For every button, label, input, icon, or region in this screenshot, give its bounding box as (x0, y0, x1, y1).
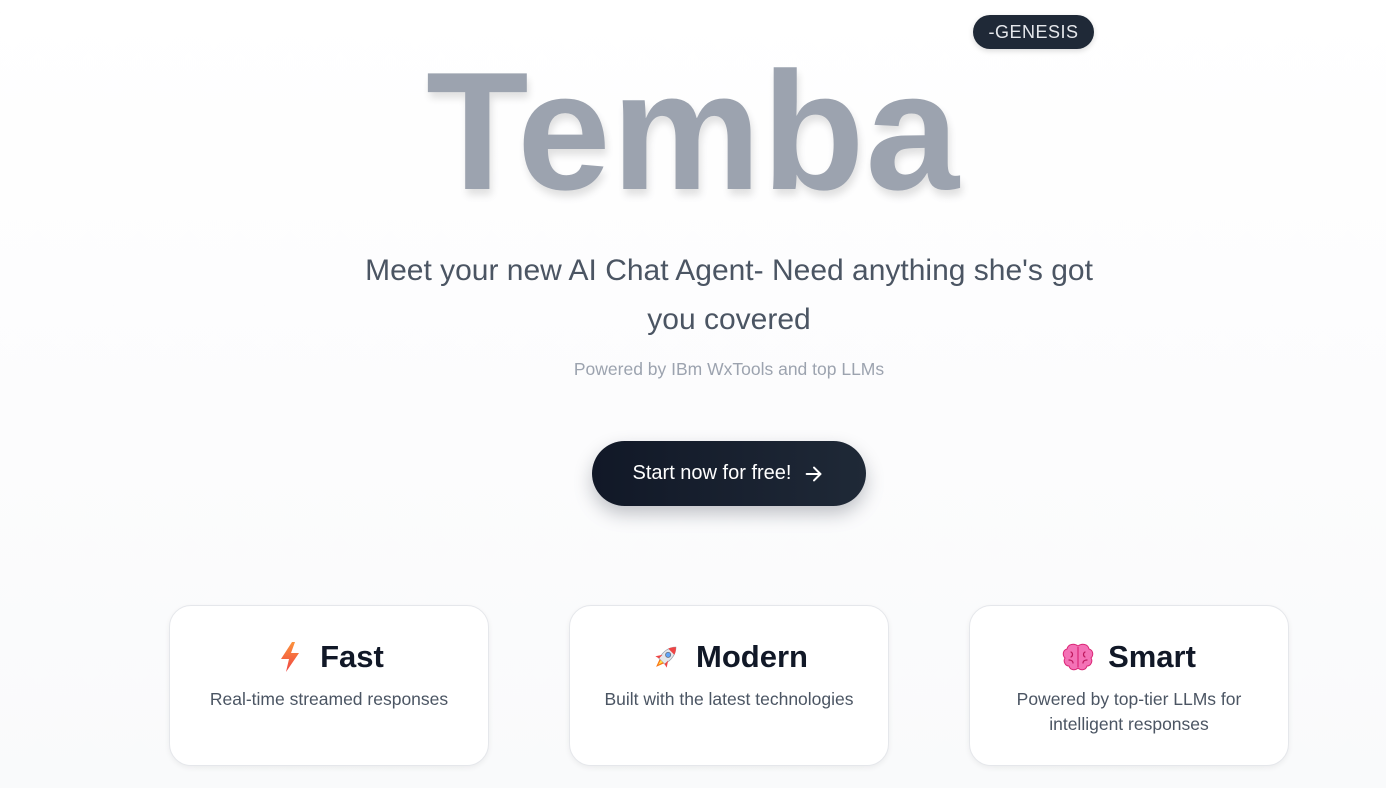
feature-title: Modern (696, 639, 808, 674)
rocket-icon (650, 641, 682, 673)
feature-title: Smart (1108, 639, 1196, 674)
hero-tagline: Meet your new AI Chat Agent- Need anythi… (365, 254, 1093, 336)
feature-description: Built with the latest technologies (604, 689, 854, 709)
feature-card-fast: Fast Real-time streamed responses (169, 605, 489, 766)
feature-card-smart: Smart Powered by top-tier LLMs for intel… (969, 605, 1289, 766)
feature-title: Fast (320, 639, 384, 674)
genesis-badge: -GENESIS (973, 15, 1094, 49)
start-now-button[interactable]: Start now for free! (592, 441, 866, 506)
feature-description: Powered by top-tier LLMs for intelligent… (1016, 689, 1242, 734)
brain-icon (1062, 641, 1094, 673)
powered-by-text: Powered by IBm WxTools and top LLMs (573, 359, 885, 379)
feature-description: Real-time streamed responses (209, 689, 449, 709)
feature-card-modern: Modern Built with the latest technologie… (569, 605, 889, 766)
arrow-right-icon (803, 463, 825, 485)
lightning-icon (274, 641, 306, 673)
start-now-label: Start now for free! (632, 462, 792, 484)
hero-logo-title: Temba (425, 37, 961, 225)
